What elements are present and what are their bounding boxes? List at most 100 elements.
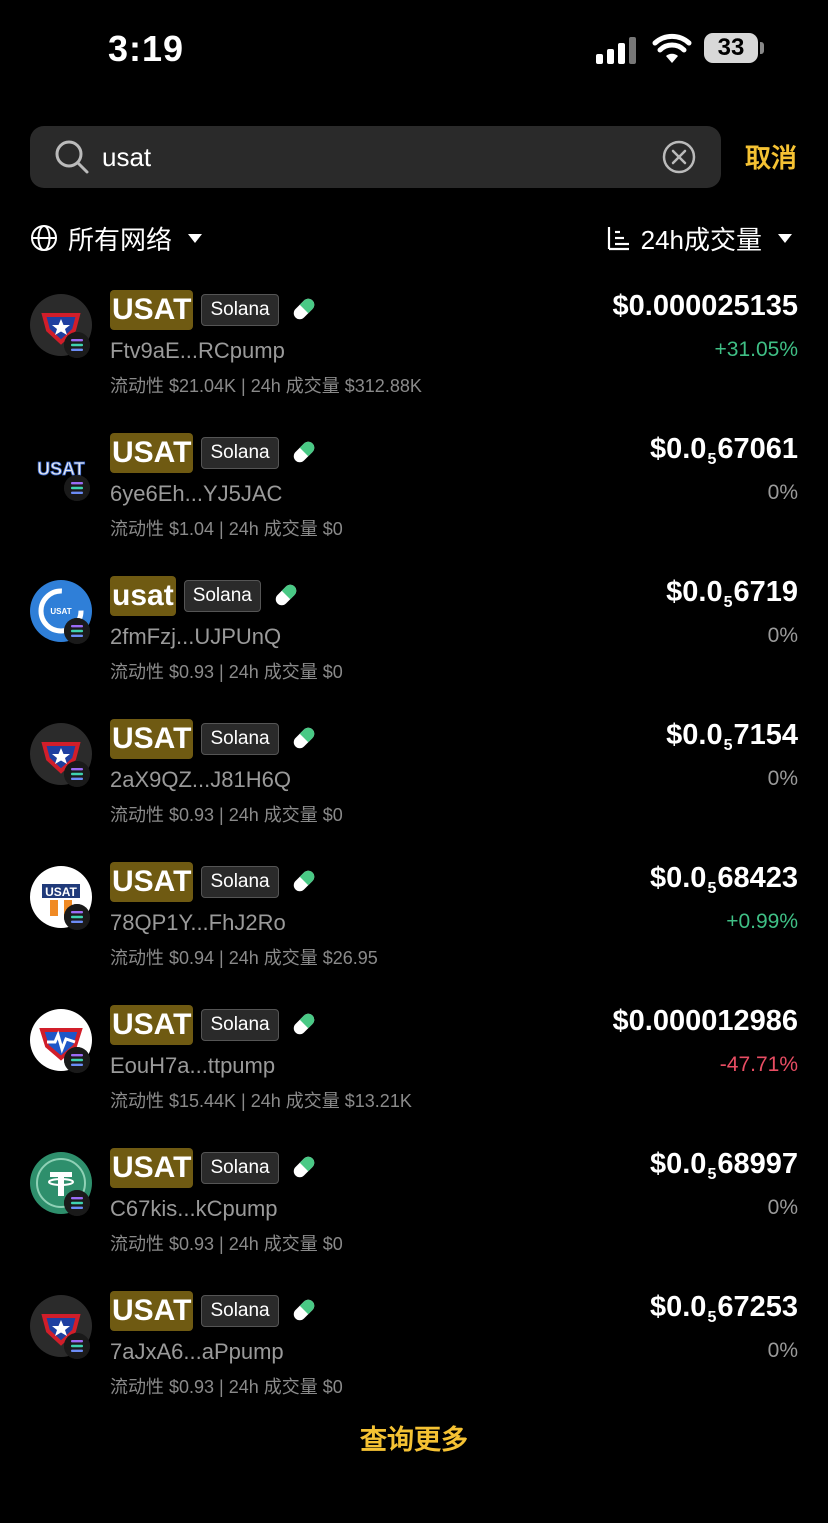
load-more-button[interactable]: 查询更多 [0, 1418, 828, 1457]
search-input[interactable]: usat [102, 126, 151, 188]
network-badge: Solana [201, 723, 279, 755]
network-badge: Solana [183, 580, 261, 612]
clear-icon[interactable] [661, 139, 697, 175]
price-zero-count: 5 [723, 737, 733, 754]
price-prefix: $0.0 [666, 576, 723, 608]
token-stats: 流动性 $0.93 | 24h 成交量 $0 [110, 1234, 343, 1254]
token-stats: 流动性 $0.93 | 24h 成交量 $0 [110, 1377, 343, 1397]
network-badge: Solana [201, 294, 279, 326]
token-price: $0.0568997 [650, 1148, 798, 1184]
search-bar[interactable]: usat [30, 126, 721, 188]
globe-icon [31, 225, 57, 251]
token-stats: 流动性 $0.93 | 24h 成交量 $0 [110, 662, 343, 682]
chevron-down-icon [778, 233, 792, 243]
sort-filter-label: 24h成交量 [640, 224, 762, 255]
price-suffix: 6719 [733, 576, 798, 608]
price-zero-count: 5 [723, 594, 733, 611]
pump-pill-icon [289, 1295, 319, 1325]
price-zero-count: 5 [707, 880, 717, 897]
network-badge: Solana [201, 1152, 279, 1184]
price-prefix: $0.0 [666, 719, 723, 751]
price-prefix: $0.000025135 [612, 290, 798, 322]
price-suffix: 7154 [733, 719, 798, 751]
price-change: -47.71% [719, 1053, 798, 1076]
price-prefix: $0.0 [649, 1148, 707, 1180]
network-badge: Solana [201, 866, 279, 898]
sort-icon [607, 227, 629, 251]
price-change: +0.99% [726, 910, 798, 933]
solana-icon [64, 761, 90, 787]
wifi-icon [652, 33, 692, 63]
token-price: $0.057154 [666, 719, 798, 755]
token-row[interactable]: USAT USAT Solana 78QP1Y...FhJ2Ro 流动性 $0.… [0, 858, 828, 1001]
token-symbol: USAT [110, 1291, 194, 1331]
token-price: $0.056719 [666, 576, 798, 612]
price-zero-count: 5 [707, 451, 717, 468]
pump-pill-icon [289, 437, 319, 467]
network-filter-label: 所有网络 [68, 224, 173, 255]
price-change: 0% [767, 481, 798, 504]
token-row[interactable]: USAT Solana C67kis...kCpump 流动性 $0.93 | … [0, 1144, 828, 1287]
price-change: 0% [767, 624, 798, 647]
token-symbol: USAT [110, 1148, 194, 1188]
price-zero-count: 5 [707, 1309, 717, 1326]
price-change: 0% [767, 767, 798, 790]
price-suffix: 68423 [717, 862, 798, 894]
token-stats: 流动性 $0.94 | 24h 成交量 $26.95 [110, 948, 378, 968]
battery-icon: 33 [704, 33, 758, 63]
token-stats: 流动性 $1.04 | 24h 成交量 $0 [110, 519, 343, 539]
token-symbol: usat [110, 576, 176, 616]
price-zero-count: 5 [707, 1166, 717, 1183]
token-address: 7aJxA6...aPpump [110, 1339, 284, 1364]
price-suffix: 67253 [717, 1291, 798, 1323]
price-prefix: $0.0 [649, 862, 707, 894]
token-price: $0.000012986 [613, 1005, 798, 1038]
price-change: 0% [767, 1339, 798, 1362]
solana-icon [64, 904, 90, 930]
network-filter[interactable]: 所有网络 [30, 218, 203, 258]
svg-text:USAT: USAT [45, 885, 77, 899]
chevron-down-icon [188, 233, 203, 243]
solana-icon [64, 1333, 90, 1359]
token-row[interactable]: USAT Solana Ftv9aE...RCpump 流动性 $21.04K … [0, 286, 828, 429]
status-bar: 3:19 33 [0, 0, 828, 100]
price-change: 0% [767, 1196, 798, 1219]
token-row[interactable]: USAT Solana EouH7a...ttpump 流动性 $15.44K … [0, 1001, 828, 1144]
token-stats: 流动性 $21.04K | 24h 成交量 $312.88K [110, 376, 422, 396]
network-badge: Solana [201, 1295, 279, 1327]
price-prefix: $0.0 [649, 433, 707, 465]
token-symbol: USAT [110, 719, 194, 759]
sort-filter[interactable]: 24h成交量 [605, 218, 792, 258]
token-row[interactable]: USAT Solana 2aX9QZ...J81H6Q 流动性 $0.93 | … [0, 715, 828, 858]
token-address: EouH7a...ttpump [110, 1053, 276, 1078]
token-symbol: USAT [110, 1005, 194, 1045]
token-symbol: USAT [110, 862, 194, 902]
token-stats: 流动性 $15.44K | 24h 成交量 $13.21K [110, 1091, 412, 1111]
solana-icon [64, 1047, 90, 1073]
pump-pill-icon [289, 1009, 319, 1039]
token-symbol: USAT [110, 433, 194, 473]
status-time: 3:19 [108, 28, 185, 69]
token-list: USAT Solana Ftv9aE...RCpump 流动性 $21.04K … [0, 286, 828, 1430]
network-badge: Solana [201, 1009, 279, 1041]
solana-icon [64, 1190, 90, 1216]
solana-icon [64, 332, 90, 358]
battery-tip [760, 42, 764, 54]
token-row[interactable]: USAT USAT Solana 6ye6Eh...YJ5JAC 流动性 $1.… [0, 429, 828, 572]
token-row[interactable]: USAT Solana 7aJxA6...aPpump 流动性 $0.93 | … [0, 1287, 828, 1430]
svg-text:USAT: USAT [50, 607, 71, 616]
token-price: $0.000025135 [613, 290, 798, 323]
token-address: 78QP1Y...FhJ2Ro [110, 910, 286, 935]
price-prefix: $0.000012986 [612, 1005, 798, 1037]
cancel-button[interactable]: 取消 [745, 138, 797, 175]
token-row[interactable]: USAT usat Solana 2fmFzj...UJPUnQ 流动性 $0.… [0, 572, 828, 715]
search-icon [55, 140, 89, 174]
token-price: $0.0568423 [650, 862, 798, 898]
price-suffix: 67061 [717, 433, 798, 465]
token-address: Ftv9aE...RCpump [110, 338, 285, 363]
cellular-signal-icon [596, 36, 640, 64]
pump-pill-icon [289, 866, 319, 896]
solana-icon [64, 618, 90, 644]
pump-pill-icon [289, 1152, 319, 1182]
token-address: 2fmFzj...UJPUnQ [110, 624, 282, 649]
